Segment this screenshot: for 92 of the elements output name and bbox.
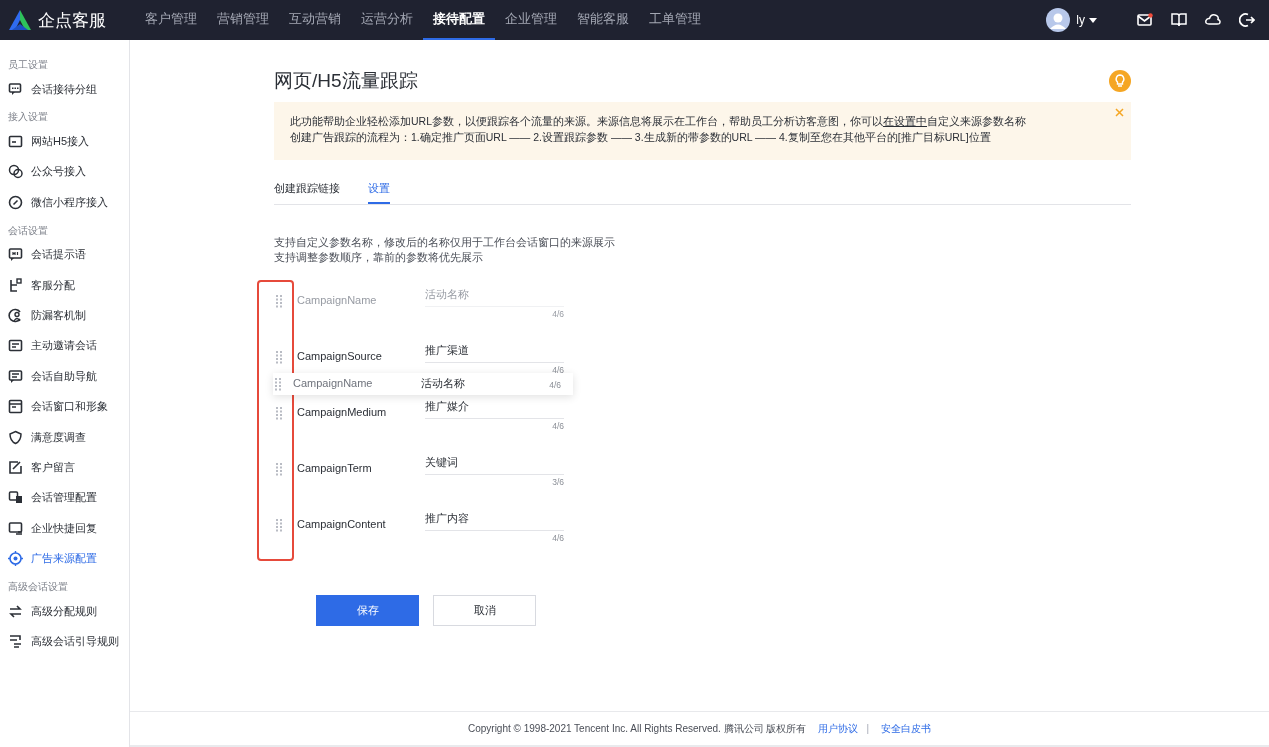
- page-title: 网页/H5流量跟踪: [274, 69, 418, 93]
- nav-tab[interactable]: 智能客服: [567, 0, 639, 40]
- char-counter: 3/6: [552, 477, 564, 487]
- param-name: CampaignMedium: [297, 406, 388, 418]
- edit-icon: [8, 460, 23, 475]
- footer-link[interactable]: 用户协议: [818, 721, 859, 736]
- char-counter: 4/6: [552, 421, 564, 431]
- brand-name: 企点客服: [38, 9, 106, 32]
- section-heading: 高级会话设置: [7, 579, 69, 594]
- name-input[interactable]: 推广内容: [425, 509, 564, 531]
- user-name: ly: [1076, 13, 1085, 27]
- sidebar-item[interactable]: 客户留言: [0, 452, 129, 483]
- avatar-icon: [1046, 8, 1071, 32]
- settings-link[interactable]: 在设置中: [883, 115, 927, 127]
- sidebar-item[interactable]: 企业快捷回复: [0, 513, 129, 544]
- mail-icon[interactable]: [1137, 13, 1153, 27]
- hint-text: 支持自定义参数名称，修改后的名称仅用于工作台会话窗口的来源展示: [274, 235, 616, 250]
- sidebar-item[interactable]: 会话自助导航: [0, 361, 129, 392]
- char-counter: 4/6: [552, 309, 564, 319]
- param-name: CampaignTerm: [297, 462, 373, 474]
- nav-tab[interactable]: 营销管理: [207, 0, 279, 40]
- drag-handle-icon[interactable]: [276, 351, 282, 364]
- shield-icon: [8, 429, 23, 445]
- nav-tab[interactable]: 运营分析: [351, 0, 423, 40]
- section-heading: 会话设置: [7, 223, 49, 238]
- sidebar-item[interactable]: 满意度调查: [0, 421, 129, 453]
- drag-handle-icon[interactable]: [276, 463, 282, 476]
- section-heading: 接入设置: [7, 110, 49, 125]
- logout-icon[interactable]: [1239, 12, 1255, 28]
- form-icon: [8, 338, 23, 354]
- param-name: CampaignName: [297, 294, 378, 306]
- name-input[interactable]: 推广渠道: [425, 341, 564, 363]
- chat-bubbles-icon: [8, 164, 23, 180]
- footer-link[interactable]: 安全白皮书: [881, 721, 931, 736]
- drag-handle-icon[interactable]: [275, 378, 281, 391]
- char-counter: 4/6: [552, 365, 564, 375]
- logo-icon: [8, 9, 32, 31]
- sidebar-item[interactable]: 高级会话引导规则: [0, 626, 129, 657]
- monitor-icon: [8, 520, 23, 536]
- caret-icon: [1089, 17, 1097, 23]
- branch-icon: [8, 277, 23, 293]
- nav-tab[interactable]: 客户管理: [135, 0, 207, 40]
- tab[interactable]: 设置: [368, 175, 390, 204]
- param-name: CampaignSource: [297, 350, 383, 362]
- notice-text: 此功能帮助企业轻松添加URL参数，以便跟踪各个流量的来源。来源信息将展示在工作台，帮助员工分析访客意图，你可以在设置中自定义来源参数名称: [290, 114, 1027, 129]
- target-icon: [8, 551, 23, 567]
- sidebar-item[interactable]: 广告来源配置: [0, 543, 129, 574]
- person-ring-icon: [8, 308, 23, 324]
- sidebar-item[interactable]: 防漏客机制: [0, 300, 129, 331]
- window-icon: [8, 399, 23, 415]
- list-icon: [8, 633, 23, 649]
- message-icon: [8, 247, 23, 263]
- save-button[interactable]: 保存: [316, 595, 419, 626]
- name-input[interactable]: 推广媒介: [425, 397, 564, 419]
- window-icon: [8, 134, 23, 150]
- sidebar-item[interactable]: 会话管理配置: [0, 482, 129, 514]
- close-icon[interactable]: [1115, 108, 1124, 117]
- sidebar-item[interactable]: 公众号接入: [0, 156, 129, 188]
- drag-handle-icon[interactable]: [276, 519, 282, 532]
- name-input[interactable]: 关键词: [425, 453, 564, 475]
- section-heading: 员工设置: [7, 58, 49, 72]
- chat-icon: [8, 81, 23, 97]
- tab[interactable]: 创建跟踪链接: [274, 175, 340, 204]
- book-icon[interactable]: [1171, 12, 1187, 28]
- sidebar-item[interactable]: 网站H5接入: [0, 126, 129, 157]
- swap-arrows-icon: [8, 603, 23, 619]
- drag-handle-icon[interactable]: [276, 407, 282, 420]
- message-icon: [8, 368, 23, 384]
- param-name: CampaignName: [293, 377, 373, 389]
- sidebar-item[interactable]: 会话提示语: [0, 239, 129, 270]
- param-value: 活动名称: [421, 376, 465, 391]
- sidebar-item[interactable]: 高级分配规则: [0, 595, 129, 627]
- sidebar-item[interactable]: 主动邀请会话: [0, 330, 129, 362]
- separator: |: [866, 723, 869, 734]
- param-name: CampaignContent: [297, 518, 387, 530]
- char-counter: 4/6: [552, 533, 564, 543]
- char-counter: 4/6: [549, 380, 561, 390]
- drag-handle-icon[interactable]: [276, 295, 282, 308]
- cancel-button[interactable]: 取消: [433, 595, 536, 626]
- user-menu[interactable]: ly: [1076, 13, 1097, 27]
- nav-tab[interactable]: 互动营销: [279, 0, 351, 40]
- sidebar-item[interactable]: 会话窗口和形象: [0, 391, 129, 422]
- sidebar-item[interactable]: 微信小程序接入: [0, 187, 129, 218]
- copyright-text: Copyright © 1998-2021 Tencent Inc. All Rights Reserved. 腾讯公司 版权所有: [467, 721, 807, 736]
- lightbulb-icon: [1109, 70, 1131, 92]
- sidebar-item[interactable]: 客服分配: [0, 269, 129, 301]
- cloud-icon[interactable]: [1205, 12, 1221, 28]
- hint-text: 支持调整参数顺序，靠前的参数将优先展示: [274, 250, 484, 265]
- nav-tab[interactable]: 企业管理: [495, 0, 567, 40]
- nav-tab[interactable]: 工单管理: [639, 0, 711, 40]
- sidebar-item[interactable]: 会话接待分组: [0, 74, 129, 105]
- notice-text: 创建广告跟踪的流程为：1.确定推广页面URL —— 2.设置跟踪参数 —— 3.生成新的带参数的URL —— 4.复制至您在其他平台的[推广目标URL]位置: [290, 130, 992, 145]
